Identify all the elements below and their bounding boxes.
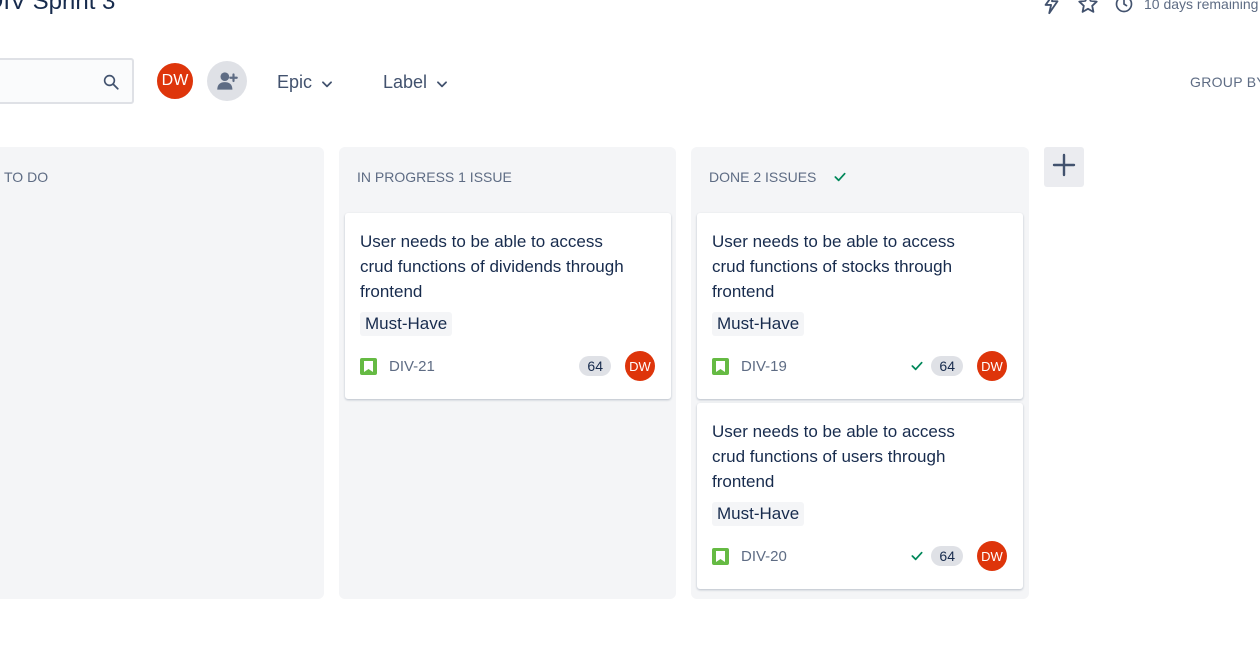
chevron-down-icon — [435, 75, 449, 89]
issue-key[interactable]: DIV-19 — [741, 358, 787, 375]
days-remaining: 10 days remaining — [1144, 0, 1259, 12]
assignee-avatar[interactable]: DW — [625, 351, 655, 381]
add-column-button[interactable] — [1044, 147, 1084, 187]
card-footer: DIV-20 64 DW — [712, 541, 1007, 571]
column-todo: TO DO — [0, 147, 324, 599]
epic-filter[interactable]: Epic — [277, 62, 334, 102]
card-title: User needs to be able to access crud fun… — [712, 422, 955, 491]
checkmark-icon — [832, 169, 848, 185]
column-title: TO DO — [4, 169, 49, 185]
issue-card[interactable]: User needs to be able to access crud fun… — [697, 213, 1023, 399]
plus-icon — [1052, 153, 1076, 182]
issue-key[interactable]: DIV-21 — [389, 358, 435, 375]
filter-label: Label — [383, 71, 428, 92]
column-done: DONE 2 ISSUES User needs to be able to a… — [691, 147, 1029, 599]
issue-card[interactable]: User needs to be able to access crud fun… — [697, 403, 1023, 589]
checkmark-icon — [909, 358, 925, 374]
search-icon — [102, 73, 120, 91]
story-icon — [360, 357, 377, 375]
group-by-label[interactable]: GROUP BY — [1190, 74, 1260, 90]
star-icon[interactable] — [1076, 0, 1100, 16]
chevron-down-icon — [320, 75, 334, 89]
assignee-avatar[interactable]: DW — [977, 351, 1007, 381]
story-icon — [712, 547, 729, 565]
card-footer: DIV-19 64 DW — [712, 351, 1007, 381]
column-title-text: DONE 2 ISSUES — [709, 169, 817, 185]
clock-icon — [1112, 0, 1136, 16]
estimate-badge: 64 — [931, 546, 963, 566]
estimate-badge: 64 — [931, 356, 963, 376]
search-input[interactable] — [0, 58, 134, 104]
header-actions: 10 days remaining — [1040, 0, 1258, 16]
card-footer: DIV-21 64 DW — [360, 351, 655, 381]
issue-card[interactable]: User needs to be able to access crud fun… — [345, 213, 671, 399]
card-title: User needs to be able to access crud fun… — [360, 232, 624, 301]
column-in-progress: IN PROGRESS 1 ISSUE User needs to be abl… — [339, 147, 676, 599]
story-icon — [712, 357, 729, 375]
page-title: DIV Sprint 3 — [0, 0, 116, 15]
issue-key[interactable]: DIV-20 — [741, 548, 787, 565]
estimate-badge: 64 — [579, 356, 611, 376]
column-title: IN PROGRESS 1 ISSUE — [357, 169, 512, 185]
add-person-icon[interactable] — [207, 61, 247, 101]
lightning-icon[interactable] — [1040, 0, 1064, 16]
label-badge: Must-Have — [360, 312, 453, 336]
label-badge: Must-Have — [712, 312, 805, 336]
filter-label: Epic — [277, 71, 313, 92]
column-title: DONE 2 ISSUES — [709, 169, 848, 185]
assignee-avatar[interactable]: DW — [977, 541, 1007, 571]
card-title: User needs to be able to access crud fun… — [712, 232, 955, 301]
label-filter[interactable]: Label — [383, 62, 449, 102]
checkmark-icon — [909, 548, 925, 564]
label-badge: Must-Have — [712, 502, 805, 526]
avatar[interactable]: DW — [155, 61, 195, 101]
